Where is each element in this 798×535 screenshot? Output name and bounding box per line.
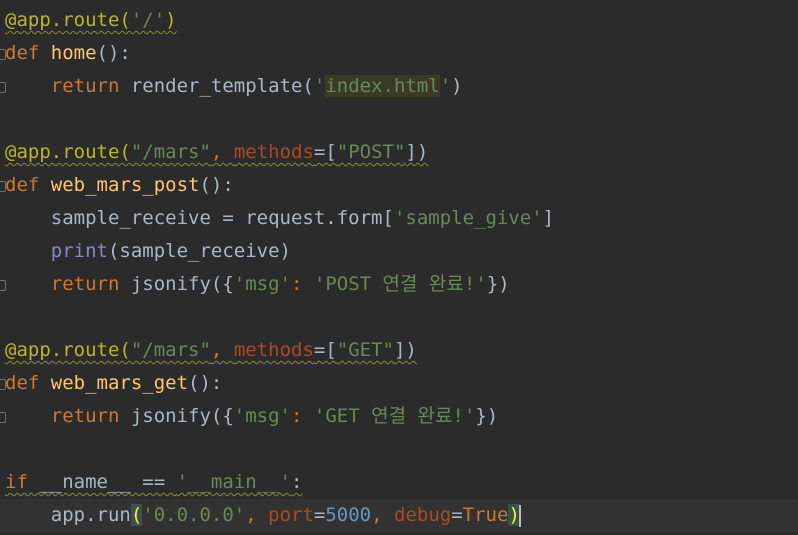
- code-token: :: [291, 471, 303, 493]
- code-token: ': [313, 75, 326, 97]
- code-token: :: [291, 405, 314, 427]
- code-text: return jsonify({'msg': 'POST 연결 완료!'}): [5, 268, 510, 301]
- code-token: ,: [245, 504, 269, 526]
- code-text: if __name__ == '__main__':: [5, 466, 302, 499]
- code-token: debug: [394, 504, 452, 526]
- code-text: def web_mars_get():: [5, 367, 222, 400]
- code-line[interactable]: print(sample_receive): [0, 235, 798, 268]
- code-token: ():: [199, 174, 234, 196]
- code-token: ): [165, 9, 177, 31]
- code-token: 'sample_give': [393, 207, 543, 229]
- code-token: '0.0.0.0': [142, 504, 246, 526]
- code-token: jsonify({: [130, 405, 234, 427]
- code-token: methods: [233, 339, 314, 361]
- code-token: sample_receive = request.form[: [5, 207, 394, 229]
- code-token: index.html: [325, 75, 440, 97]
- code-token: web_mars_get: [50, 372, 189, 394]
- code-token: app.run: [5, 504, 131, 526]
- code-token: jsonify({: [130, 273, 234, 295]
- code-line[interactable]: [0, 103, 798, 136]
- code-line[interactable]: [0, 433, 798, 466]
- code-text: @app.route("/mars", methods=["GET"]): [5, 334, 417, 367]
- code-token: ): [451, 75, 463, 97]
- code-line[interactable]: def web_mars_get():: [0, 367, 798, 400]
- code-token: ():: [188, 372, 223, 394]
- code-token: return: [50, 75, 131, 97]
- code-token: "/mars": [130, 141, 211, 163]
- code-token: "/mars": [130, 339, 211, 361]
- code-token: =: [451, 504, 463, 526]
- code-token: =[: [313, 339, 337, 361]
- code-line[interactable]: app.run('0.0.0.0', port=5000, debug=True…: [0, 499, 798, 532]
- code-token: methods: [233, 141, 314, 163]
- code-token: }): [486, 273, 510, 295]
- code-line[interactable]: return jsonify({'msg': 'GET 연결 완료!'}): [0, 400, 798, 433]
- code-token: return: [50, 405, 131, 427]
- code-token: 'POST 연결 완료!': [313, 273, 487, 295]
- code-token: (: [130, 504, 143, 526]
- code-text: return render_template('index.html'): [5, 70, 463, 103]
- code-token: __name__ ==: [39, 471, 177, 493]
- code-text: print(sample_receive): [5, 235, 291, 268]
- code-text: @app.route("/mars", methods=["POST"]): [5, 136, 428, 169]
- code-text: return jsonify({'msg': 'GET 연결 완료!'}): [5, 400, 498, 433]
- code-line[interactable]: @app.route("/mars", methods=["POST"]): [0, 136, 798, 169]
- code-token: ]): [393, 339, 417, 361]
- code-token: def: [5, 174, 51, 196]
- code-line[interactable]: @app.route('/'): [0, 4, 798, 37]
- code-token: =: [313, 504, 326, 526]
- code-line[interactable]: [0, 301, 798, 334]
- code-line[interactable]: def web_mars_post():: [0, 169, 798, 202]
- code-token: "GET": [336, 339, 394, 361]
- code-token: 'msg': [233, 405, 291, 427]
- code-token: home: [50, 42, 97, 64]
- code-line[interactable]: return jsonify({'msg': 'POST 연결 완료!'}): [0, 268, 798, 301]
- code-token: =[: [313, 141, 337, 163]
- code-token: ,: [371, 504, 395, 526]
- code-token: '__main__': [176, 471, 291, 493]
- code-token: ]: [542, 207, 555, 229]
- code-token: port: [268, 504, 314, 526]
- code-token: ': [439, 75, 452, 97]
- code-token: }): [475, 405, 499, 427]
- code-token: :: [291, 273, 314, 295]
- code-token: ,: [210, 141, 234, 163]
- code-token: ():: [96, 42, 131, 64]
- code-token: ,: [210, 339, 234, 361]
- code-token: 5000: [325, 504, 372, 526]
- code-token: "POST": [336, 141, 406, 163]
- code-editor[interactable]: @app.route('/') def home(): return render…: [0, 0, 798, 535]
- code-token: def: [5, 372, 51, 394]
- code-token: '/': [130, 9, 166, 31]
- code-token: print: [50, 240, 108, 262]
- code-token: def: [5, 42, 51, 64]
- code-text: app.run('0.0.0.0', port=5000, debug=True…: [5, 499, 521, 532]
- code-text: def web_mars_post():: [5, 169, 234, 202]
- code-token: return: [50, 273, 131, 295]
- code-text: sample_receive = request.form['sample_gi…: [5, 202, 554, 235]
- code-token: 'msg': [233, 273, 291, 295]
- code-token: web_mars_post: [50, 174, 200, 196]
- code-text: @app.route('/'): [5, 4, 177, 37]
- code-line[interactable]: if __name__ == '__main__':: [0, 466, 798, 499]
- code-token: True: [462, 504, 509, 526]
- code-token: @app.route(: [5, 141, 131, 163]
- code-token: ]): [405, 141, 429, 163]
- text-caret: [518, 504, 521, 527]
- code-line[interactable]: def home():: [0, 37, 798, 70]
- code-line[interactable]: @app.route("/mars", methods=["GET"]): [0, 334, 798, 367]
- code-token: 'GET 연결 완료!': [313, 405, 476, 427]
- code-token: (sample_receive): [107, 240, 291, 262]
- code-text: def home():: [5, 37, 131, 70]
- code-token: if: [5, 471, 40, 493]
- code-line[interactable]: return render_template('index.html'): [0, 70, 798, 103]
- code-token: @app.route(: [5, 9, 131, 31]
- code-token: @app.route(: [5, 339, 131, 361]
- code-line[interactable]: sample_receive = request.form['sample_gi…: [0, 202, 798, 235]
- code-token: render_template(: [130, 75, 314, 97]
